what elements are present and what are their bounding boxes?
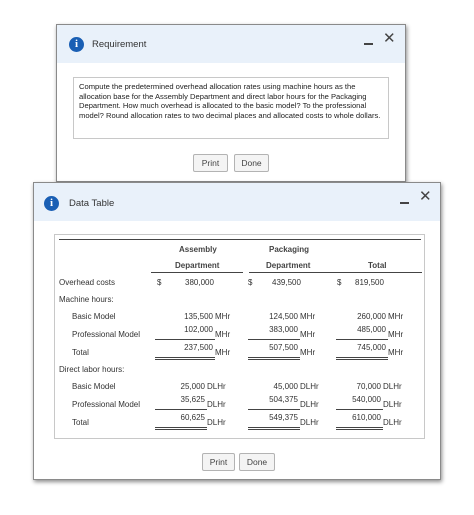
print-button[interactable]: Print [193,154,228,172]
unit-label: DLHr [207,400,226,409]
underline [155,339,215,340]
unit-label: MHr [388,312,404,321]
underline [248,409,300,410]
unit-label: DLHr [383,382,402,391]
double-underline [155,429,207,430]
dl-pro-assembly: 35,625 [180,395,205,404]
direct-labor-hours-label: Direct labor hours: [59,365,125,374]
done-button[interactable]: Done [234,154,269,172]
double-underline [248,427,300,428]
total-header: Total [368,261,387,270]
double-underline [336,357,388,358]
unit-label: DLHr [300,382,319,391]
data-table-dialog: i Data Table ✕ Assembly Packaging Depart… [33,182,441,480]
unit-label: MHr [388,348,404,357]
dl-basic-total: 70,000 [356,382,381,391]
table-row-label: Professional Model [72,400,141,409]
requirement-text: Compute the predetermined overhead alloc… [73,77,389,139]
data-table: Assembly Packaging Department Department… [54,234,425,439]
unit-label: MHr [300,348,316,357]
table-row-label: Total [72,348,89,357]
currency-symbol: $ [157,278,162,287]
table-row-label: Total [72,418,89,427]
dl-pro-total: 540,000 [352,395,381,404]
packaging-header-rule [249,272,341,273]
unit-label: DLHr [300,400,319,409]
double-underline [248,357,300,358]
dl-pro-packaging: 504,375 [269,395,298,404]
total-header-rule [334,272,422,273]
double-underline [336,359,388,360]
double-underline [248,359,300,360]
requirement-title: Requirement [92,39,147,50]
mh-basic-total: 260,000 [357,312,386,321]
mh-basic-assembly: 135,500 [184,312,213,321]
overhead-packaging: 439,500 [272,278,301,287]
mh-total-packaging: 507,500 [269,343,298,352]
double-underline [155,427,207,428]
mh-total-assembly: 237,500 [184,343,213,352]
currency-symbol: $ [337,278,342,287]
unit-label: DLHr [383,400,402,409]
dl-basic-packaging: 45,000 [273,382,298,391]
dl-total-assembly: 60,625 [180,413,205,422]
dl-total-total: 610,000 [352,413,381,422]
dl-total-packaging: 549,375 [269,413,298,422]
unit-label: MHr [215,348,231,357]
assembly-subheader: Department [175,261,220,270]
overhead-total: 819,500 [355,278,384,287]
close-icon[interactable]: ✕ [419,189,432,204]
data-table-title: Data Table [69,198,115,209]
double-underline [336,429,383,430]
table-row-label: Basic Model [72,312,116,321]
mh-pro-packaging: 383,000 [269,325,298,334]
unit-label: DLHr [207,382,226,391]
info-icon: i [69,37,84,52]
unit-label: MHr [215,312,231,321]
double-underline [248,429,300,430]
close-icon[interactable]: ✕ [383,31,396,46]
assembly-header-rule [151,272,243,273]
requirement-dialog: i Requirement ✕ Compute the predetermine… [56,24,406,182]
packaging-subheader: Department [266,261,311,270]
unit-label: MHr [300,330,316,339]
machine-hours-label: Machine hours: [59,295,114,304]
print-button[interactable]: Print [202,453,235,471]
overhead-assembly: 380,000 [185,278,214,287]
currency-symbol: $ [248,278,253,287]
unit-label: DLHr [207,418,226,427]
unit-label: DLHr [383,418,402,427]
done-button[interactable]: Done [239,453,275,471]
overhead-label: Overhead costs [59,278,116,287]
info-icon: i [44,196,59,211]
table-row-label: Basic Model [72,382,116,391]
dl-basic-assembly: 25,000 [180,382,205,391]
mh-pro-assembly: 102,000 [184,325,213,334]
double-underline [155,359,215,360]
underline [155,409,207,410]
table-row-label: Professional Model [72,330,141,339]
unit-label: DLHr [300,418,319,427]
assembly-header: Assembly [179,245,217,254]
unit-label: MHr [215,330,231,339]
mh-total-total: 745,000 [357,343,386,352]
double-underline [155,357,215,358]
underline [336,339,388,340]
table-top-rule [59,239,421,240]
mh-basic-packaging: 124,500 [269,312,298,321]
underline [336,409,383,410]
minimize-icon[interactable] [400,202,409,204]
double-underline [336,427,383,428]
unit-label: MHr [388,330,404,339]
unit-label: MHr [300,312,316,321]
mh-pro-total: 485,000 [357,325,386,334]
underline [248,339,300,340]
minimize-icon[interactable] [364,43,373,45]
packaging-header: Packaging [269,245,310,254]
